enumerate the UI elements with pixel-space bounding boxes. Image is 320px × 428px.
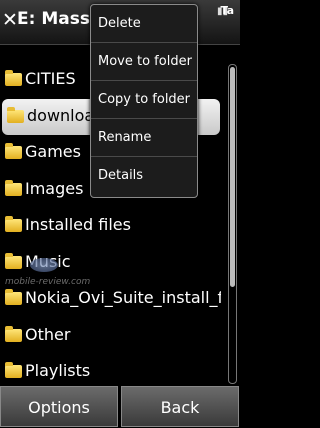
close-icon[interactable]: ✕ xyxy=(2,9,18,31)
back-button[interactable]: Back xyxy=(121,386,239,427)
context-menu: Delete Move to folder Copy to folder Ren… xyxy=(90,4,198,198)
folder-label: Other xyxy=(25,324,71,344)
folder-icon xyxy=(7,106,24,123)
folder-icon xyxy=(5,179,22,196)
folder-icon xyxy=(5,216,22,232)
menu-item-delete[interactable]: Delete xyxy=(91,5,197,43)
watermark-logo xyxy=(30,258,58,272)
folder-label: Nokia_Ovi_Suite_install_f... xyxy=(25,288,221,307)
options-button[interactable]: Options xyxy=(0,386,118,427)
softkey-bar: Options Back xyxy=(0,386,240,427)
scrollbar-thumb[interactable] xyxy=(230,67,235,287)
folder-icon xyxy=(5,362,22,378)
watermark: mobile-review.com xyxy=(5,277,91,287)
menu-item-details[interactable]: Details xyxy=(91,157,197,194)
folder-label: Playlists xyxy=(25,361,91,380)
folder-label: Installed files xyxy=(25,215,131,234)
folder-icon xyxy=(5,143,22,159)
folder-icon xyxy=(5,325,22,342)
menu-item-rename[interactable]: Rename xyxy=(91,119,197,157)
menu-item-move-to-folder[interactable]: Move to folder xyxy=(91,43,197,81)
menu-item-copy-to-folder[interactable]: Copy to folder xyxy=(91,81,197,119)
folder-icon xyxy=(5,289,22,305)
status-indicator-text: Ta xyxy=(220,4,234,17)
scrollbar[interactable] xyxy=(228,64,237,384)
list-item[interactable]: Other xyxy=(0,318,226,355)
list-item[interactable]: Installed files xyxy=(0,208,226,245)
folder-icon xyxy=(5,252,22,269)
folder-icon xyxy=(5,70,22,86)
